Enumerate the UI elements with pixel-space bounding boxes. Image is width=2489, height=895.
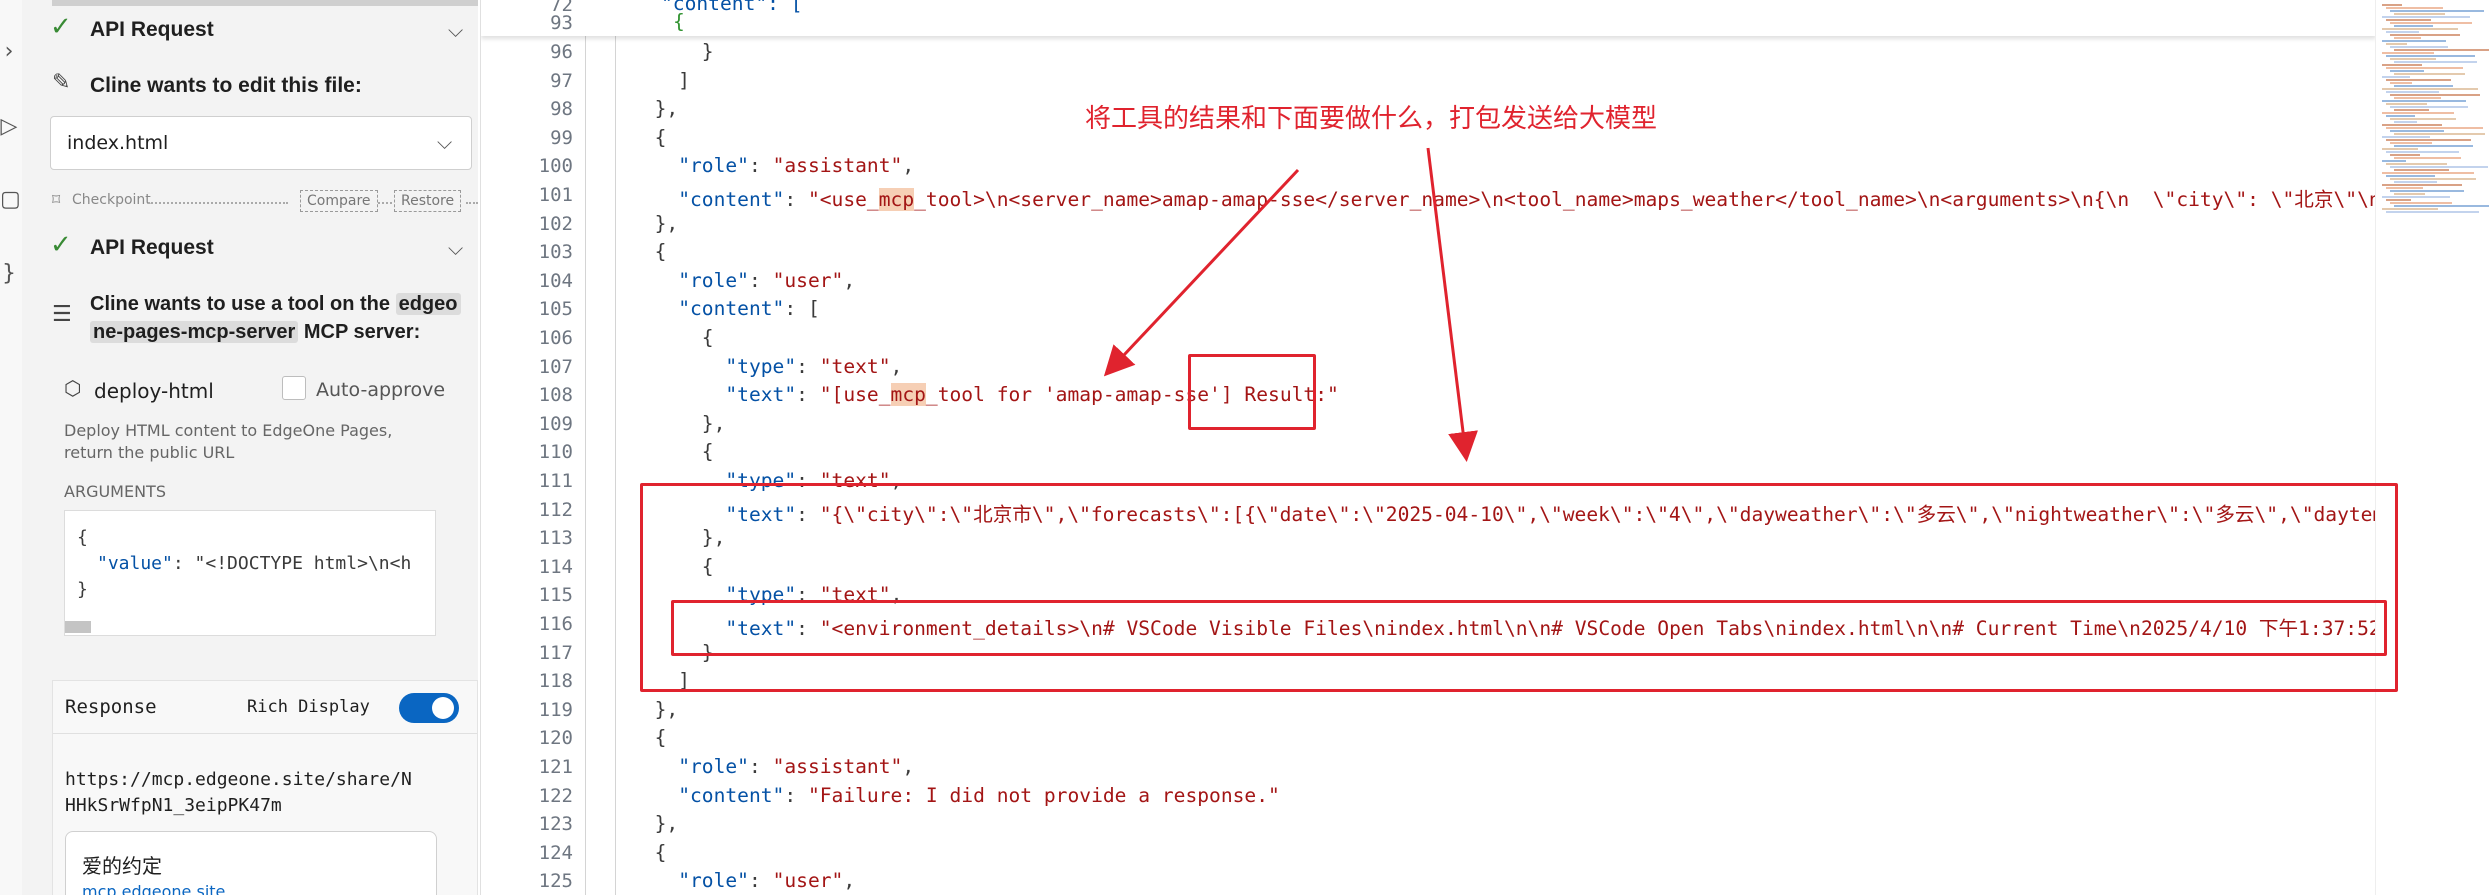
annotation-arrows xyxy=(1103,147,1478,462)
annotation-arrow xyxy=(1426,147,1478,462)
annotation-arrow xyxy=(1103,168,1300,377)
